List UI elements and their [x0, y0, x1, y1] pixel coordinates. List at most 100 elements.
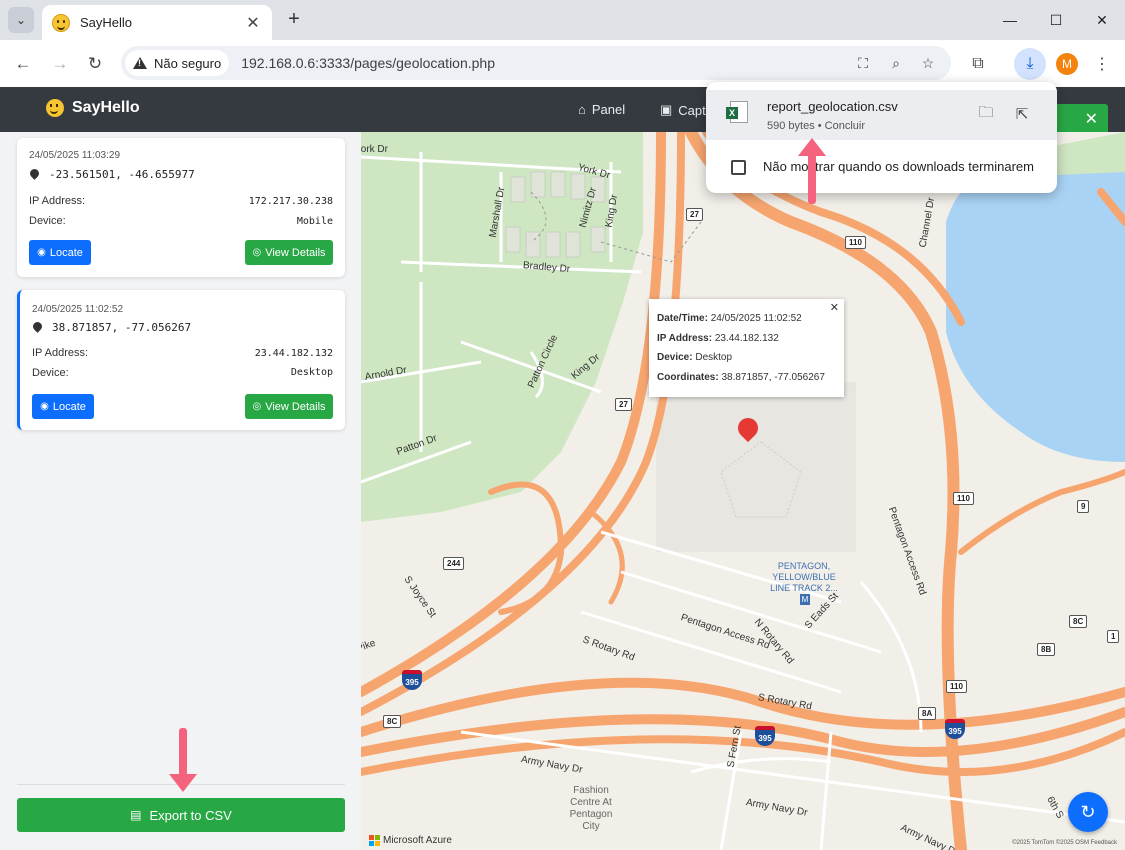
map-attribution-right[interactable]: ©2025 TomTom ©2025 OSM Feedback [1012, 840, 1117, 846]
nav-captures[interactable]: ▣ Capt [660, 102, 706, 118]
browser-menu-icon[interactable]: ⋮ [1089, 51, 1115, 77]
route-shield: 1 [1107, 630, 1120, 643]
route-shield: 110 [845, 236, 866, 249]
metro-icon: M [799, 594, 811, 605]
maximize-button[interactable]: ☐ [1033, 0, 1079, 40]
popup-device-label: Device: [657, 352, 693, 363]
security-chip[interactable]: Não seguro [125, 50, 230, 76]
record-coords-value: -23.561501, -46.655977 [49, 168, 195, 181]
refresh-button[interactable]: ↻ [1068, 792, 1108, 832]
record-card-active[interactable]: 24/05/2025 11:02:52 38.871857, -77.05626… [17, 290, 345, 430]
device-label: Device: [29, 215, 66, 227]
nav-captures-label: Capt [678, 102, 706, 118]
alert-close-button[interactable]: ✕ [1052, 104, 1108, 134]
popup-close-icon[interactable]: ✕ [830, 301, 839, 315]
interstate-shield: 395 [755, 726, 775, 746]
route-shield: 110 [953, 492, 974, 505]
file-csv-icon: ▤ [130, 808, 142, 822]
device-label: Device: [32, 367, 69, 379]
dont-show-label: Não mostrar quando os downloads terminar… [763, 159, 1034, 174]
omnibox[interactable]: Não seguro 192.168.0.6:3333/pages/geoloc… [121, 46, 951, 80]
record-card[interactable]: 24/05/2025 11:03:29 -23.561501, -46.6559… [17, 138, 345, 277]
nav-panel[interactable]: ⌂ Panel [578, 102, 625, 117]
tab-title: SayHello [80, 15, 133, 30]
open-external-icon[interactable]: ⇱ [1011, 103, 1033, 125]
ip-label: IP Address: [29, 195, 86, 207]
popup-ip: 23.44.182.132 [714, 332, 779, 344]
back-button[interactable]: ← [10, 51, 36, 77]
microsoft-logo-icon [369, 835, 380, 846]
close-window-button[interactable]: ✕ [1079, 0, 1125, 40]
device-value: Desktop [290, 367, 333, 378]
home-icon: ⌂ [578, 102, 586, 117]
brand-logo[interactable]: SayHello [46, 99, 140, 117]
export-csv-button[interactable]: ▤ Export to CSV [17, 798, 345, 832]
view-details-label: View Details [265, 246, 326, 259]
poi-text: PENTAGON, YELLOW/BLUE LINE TRACK 2... [770, 561, 838, 593]
reload-button[interactable]: ↻ [82, 51, 108, 77]
locate-button[interactable]: ◉ Locate [32, 394, 94, 419]
route-shield: 8B [1037, 643, 1056, 656]
browser-tab[interactable]: SayHello ✕ [42, 5, 272, 40]
locate-label: Locate [49, 246, 83, 259]
record-coords: -23.561501, -46.655977 [30, 168, 195, 181]
ip-value: 23.44.182.132 [254, 348, 333, 359]
map-pin-icon: ◉ [37, 247, 46, 258]
popup-datetime-label: Date/Time: [657, 313, 708, 324]
record-coords-value: 38.871857, -77.056267 [52, 321, 192, 334]
bookmark-star-icon[interactable]: ☆ [919, 54, 937, 72]
download-meta: 590 bytes • Concluir [767, 120, 866, 132]
tab-search-button[interactable]: ⌄ [8, 7, 34, 33]
interstate-shield: 395 [945, 719, 965, 739]
brand-name: SayHello [72, 99, 140, 116]
nav-panel-label: Panel [591, 102, 626, 117]
warning-icon [133, 57, 147, 69]
popup-coords-label: Coordinates: [657, 371, 719, 383]
forward-button[interactable]: → [47, 51, 73, 77]
route-shield: 8C [383, 715, 402, 728]
dont-show-checkbox[interactable] [731, 160, 746, 175]
eye-icon: ◎ [252, 247, 262, 258]
location-popup: ✕ Date/Time: 24/05/2025 11:02:52 IP Addr… [649, 299, 844, 397]
excel-file-icon [726, 101, 748, 123]
browser-tab-bar: ⌄ SayHello ✕ + — ☐ ✕ [0, 0, 1125, 40]
extensions-icon[interactable]: ⧉ [965, 51, 991, 77]
translate-icon[interactable]: ⛶ [854, 54, 872, 72]
popup-device: Desktop [695, 352, 733, 363]
view-details-button[interactable]: ◎ View Details [245, 240, 333, 265]
view-details-button[interactable]: ◎ View Details [245, 394, 333, 419]
map-view[interactable]: York Dr York Dr Marshall Dr Nimitz Dr Ki… [361, 132, 1125, 850]
record-coords: 38.871857, -77.056267 [33, 321, 191, 334]
tab-close-icon[interactable]: ✕ [244, 13, 262, 33]
eye-icon: ◎ [252, 401, 262, 412]
map-canvas [361, 132, 1125, 850]
view-details-label: View Details [265, 400, 326, 413]
images-icon: ▣ [660, 102, 673, 117]
new-tab-button[interactable]: + [283, 8, 305, 30]
route-shield: 27 [615, 398, 632, 411]
download-bubble: report_geolocation.csv 590 bytes • Concl… [706, 82, 1057, 193]
download-icon[interactable]: ⤓ [1014, 48, 1046, 80]
export-csv-label: Export to CSV [149, 807, 232, 823]
record-datetime: 24/05/2025 11:03:29 [29, 150, 121, 161]
url-text[interactable]: 192.168.0.6:3333/pages/geolocation.php [241, 55, 495, 71]
profile-avatar[interactable]: M [1056, 53, 1078, 75]
locate-button[interactable]: ◉ Locate [29, 240, 91, 265]
street-label: York Dr [361, 144, 388, 155]
record-datetime: 24/05/2025 11:02:52 [32, 304, 124, 315]
minimize-button[interactable]: — [987, 0, 1033, 40]
route-shield: 244 [443, 557, 465, 570]
smiley-favicon-icon [52, 13, 70, 32]
open-folder-icon[interactable]: 🗀 [975, 103, 997, 125]
attribution-text: Microsoft Azure [383, 835, 452, 846]
smiley-icon [46, 99, 64, 117]
route-shield: 9 [1077, 500, 1090, 513]
map-attribution-left: Microsoft Azure [369, 835, 452, 846]
map-pin-icon [30, 169, 39, 181]
pentagon-station-label: PENTAGON, YELLOW/BLUE LINE TRACK 2...M [769, 561, 839, 605]
zoom-icon[interactable]: ⌕ [887, 54, 905, 72]
download-item[interactable]: report_geolocation.csv 590 bytes • Concl… [706, 90, 1057, 140]
map-pin-icon: ◉ [40, 401, 49, 412]
browser-toolbar: ← → ↻ Não seguro 192.168.0.6:3333/pages/… [0, 40, 1125, 87]
route-shield: 8C [1069, 615, 1088, 628]
